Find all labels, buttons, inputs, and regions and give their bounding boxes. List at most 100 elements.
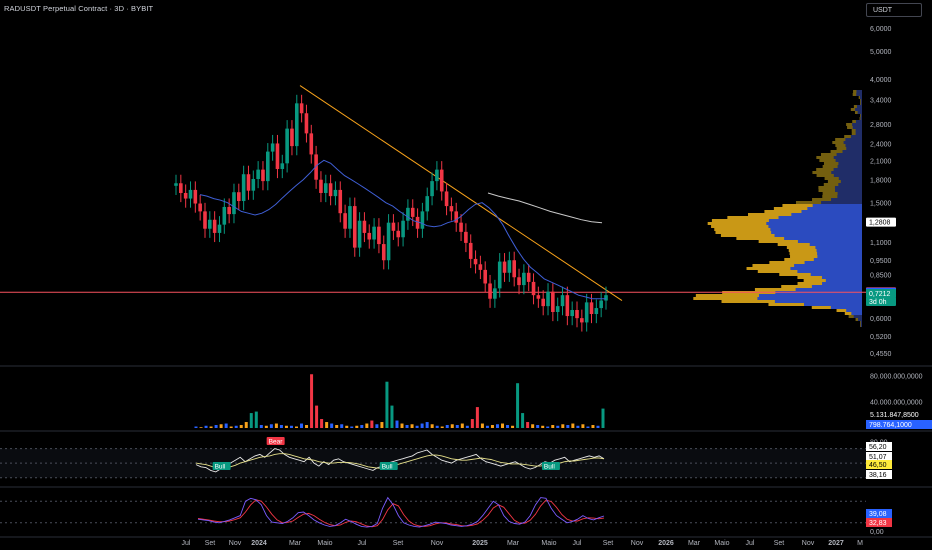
profile-bar-buy (856, 105, 862, 108)
profile-bar-buy (840, 180, 862, 183)
volume-bar (239, 425, 243, 428)
volume-bar (586, 426, 590, 428)
volume-bar (566, 425, 570, 428)
price-tick-label: 1,5000 (870, 201, 892, 208)
time-tick-label: Jul (573, 540, 582, 547)
candle-body (488, 283, 492, 299)
volume-bar (264, 425, 268, 428)
time-tick-label: Nov (431, 540, 444, 547)
candle-body (531, 281, 536, 296)
rsi-pane[interactable]: Bull Bear Bull Bull (0, 437, 866, 479)
profile-bar-buy (831, 171, 862, 174)
profile-bar-buy (804, 261, 862, 264)
volume-bar (601, 408, 605, 428)
price-label: 3d 0h (869, 299, 887, 306)
price-tick-label: 6,0000 (870, 26, 892, 33)
time-tick-label: Nov (229, 540, 242, 547)
volume-bar (495, 424, 499, 428)
candle-body (362, 220, 367, 233)
candle-body (468, 242, 473, 259)
volume-pane[interactable] (194, 374, 605, 428)
time-tick-label: Set (603, 540, 614, 547)
profile-bar-buy (768, 225, 862, 228)
candle-body (541, 298, 545, 307)
sma-200-line (487, 192, 603, 224)
time-tick-label: 2025 (472, 540, 488, 547)
candle-body (449, 206, 454, 212)
candle-body (309, 133, 314, 155)
candle-body (497, 261, 502, 289)
stoch-rsi-pane[interactable] (0, 496, 866, 528)
volume-bar (274, 423, 278, 428)
candle-body (203, 211, 207, 229)
volume-bar (315, 405, 319, 428)
candle-body (435, 169, 439, 182)
profile-bar-buy (797, 270, 862, 273)
volume-bar (234, 425, 238, 428)
volume-label: 5.131.847,8500 (870, 412, 919, 419)
candle-body (493, 288, 497, 299)
rsi-label: 51,07 (869, 454, 887, 461)
price-label: 0,7212 (869, 291, 891, 298)
candle-body (232, 192, 236, 215)
price-tick-label: 0,4550 (870, 351, 892, 358)
candle-body (328, 183, 333, 197)
candle-body (580, 318, 584, 323)
profile-bar-buy (817, 252, 862, 255)
candle-body (299, 103, 304, 114)
price-axis[interactable]: 6,0000 5,0000 4,0000 3,4000 2,8000 2,4000 2,10… (866, 26, 932, 536)
time-tick-label: Mar (289, 540, 302, 547)
candle-body (275, 143, 280, 169)
time-tick-label: Maio (317, 540, 332, 547)
rsi-signal-label: Bear (269, 439, 284, 446)
symbol-title[interactable]: RADUSDT Perpetual Contract · 3D · BYBIT (4, 4, 153, 13)
time-tick-label: Maio (541, 540, 556, 547)
time-tick-label: Set (774, 540, 785, 547)
profile-bar-buy (807, 207, 862, 210)
volume-bar (360, 425, 364, 428)
volume-bar (455, 425, 459, 428)
profile-bar-buy (855, 132, 862, 135)
trendline (299, 85, 623, 301)
candle-body (222, 206, 227, 225)
volume-bar (410, 424, 414, 428)
candle-body (304, 113, 309, 134)
volume-bar (350, 426, 354, 428)
profile-bar-buy (821, 201, 862, 204)
profile-bar-buy (860, 324, 862, 327)
time-tick-label: Mar (688, 540, 701, 547)
candle-body (584, 302, 589, 323)
volume-bar (340, 424, 344, 428)
time-tick-label: Set (393, 540, 404, 547)
time-tick-label: Jul (746, 540, 755, 547)
candle-body (430, 181, 434, 197)
profile-bar-buy (833, 174, 862, 177)
profile-bar-buy (774, 300, 862, 303)
volume-bar (501, 423, 505, 428)
profile-bar-buy (817, 255, 862, 258)
candle-body (594, 308, 599, 315)
candle-body (343, 213, 347, 229)
trading-chart[interactable]: Bull Bear Bull Bull 6,0000 5,0000 4,0000 3,400… (0, 0, 932, 550)
volume-bar (440, 426, 444, 428)
volume-bar (591, 425, 595, 428)
time-tick-label: Nov (631, 540, 644, 547)
profile-bar-buy (771, 231, 862, 234)
time-axis[interactable]: Jul Set Nov 2024 Mar Maio Jul Set Nov 2025 Mar Maio… (182, 540, 864, 547)
candle-body (406, 207, 410, 221)
currency-selector[interactable]: USDT (866, 3, 922, 17)
candle-body (237, 192, 241, 202)
profile-bar-buy (801, 210, 862, 213)
profile-bar-buy (795, 288, 862, 291)
time-tick-label: Jul (182, 540, 191, 547)
volume-bar (541, 425, 545, 428)
profile-bar-buy (821, 276, 862, 279)
volume-bar (526, 422, 530, 428)
profile-bar-buy (845, 138, 862, 141)
stoch-label: 39,08 (869, 511, 887, 518)
profile-bar-buy (811, 285, 862, 288)
volume-bar (435, 425, 439, 428)
price-tick-label: 1,1000 (870, 240, 892, 247)
volume-bar (485, 425, 489, 428)
profile-bar-buy (791, 213, 862, 216)
